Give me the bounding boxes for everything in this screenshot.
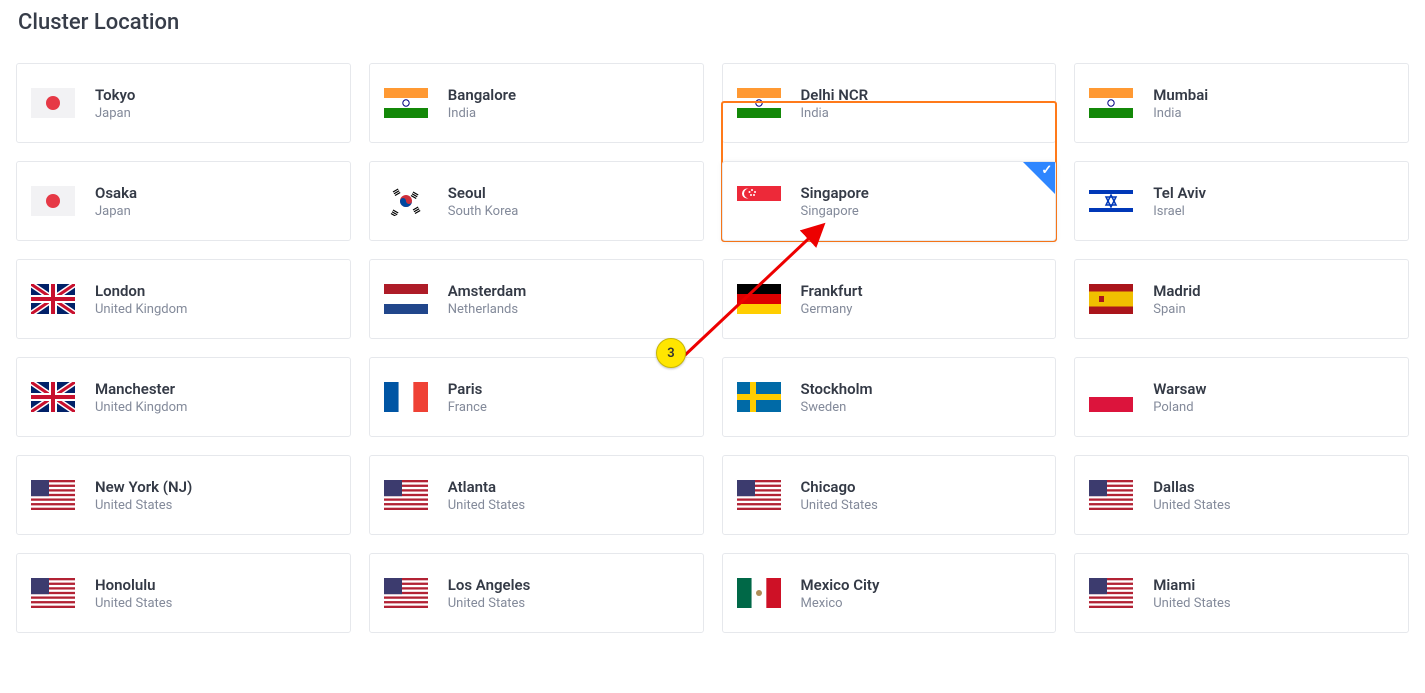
page-title: Cluster Location — [18, 10, 1409, 35]
flag-icon — [31, 284, 75, 314]
flag-icon — [31, 480, 75, 510]
location-city: Delhi NCR — [801, 86, 869, 104]
flag-icon — [31, 186, 75, 216]
location-city: Frankfurt — [801, 282, 863, 300]
location-card[interactable]: Amsterdam Netherlands — [369, 259, 704, 339]
flag-icon — [737, 186, 781, 216]
location-country: France — [448, 400, 487, 415]
location-city: Mumbai — [1153, 86, 1208, 104]
location-card[interactable]: Miami United States — [1074, 553, 1409, 633]
flag-icon — [1089, 186, 1133, 216]
flag-icon — [737, 480, 781, 510]
location-card[interactable]: Madrid Spain — [1074, 259, 1409, 339]
location-country: United States — [448, 596, 531, 611]
location-card[interactable]: Dallas United States — [1074, 455, 1409, 535]
location-country: United States — [1153, 596, 1230, 611]
location-country: Germany — [801, 302, 863, 317]
flag-icon — [384, 382, 428, 412]
flag-icon — [1089, 480, 1133, 510]
location-city: Bangalore — [448, 86, 516, 104]
location-city: Paris — [448, 380, 487, 398]
flag-icon — [1089, 88, 1133, 118]
flag-icon — [384, 284, 428, 314]
location-city: Seoul — [448, 184, 519, 202]
location-card[interactable]: Osaka Japan — [16, 161, 351, 241]
location-country: India — [448, 106, 516, 121]
location-country: Mexico — [801, 596, 880, 611]
location-city: Stockholm — [801, 380, 873, 398]
location-country: Japan — [95, 204, 137, 219]
location-country: Israel — [1153, 204, 1206, 219]
location-city: Osaka — [95, 184, 137, 202]
flag-icon — [31, 382, 75, 412]
location-country: Japan — [95, 106, 135, 121]
location-card[interactable]: London United Kingdom — [16, 259, 351, 339]
location-city: Tokyo — [95, 86, 135, 104]
location-city: Singapore — [801, 184, 869, 202]
location-city: Los Angeles — [448, 576, 531, 594]
location-card[interactable]: Los Angeles United States — [369, 553, 704, 633]
location-city: Mexico City — [801, 576, 880, 594]
location-card[interactable]: Tokyo Japan — [16, 63, 351, 143]
location-city: Dallas — [1153, 478, 1230, 496]
location-city: Miami — [1153, 576, 1230, 594]
location-country: India — [801, 106, 869, 121]
flag-icon — [384, 578, 428, 608]
location-city: Honolulu — [95, 576, 172, 594]
flag-icon — [737, 284, 781, 314]
location-card[interactable]: Mexico City Mexico — [722, 553, 1057, 633]
location-country: United Kingdom — [95, 302, 187, 317]
flag-icon — [384, 88, 428, 118]
location-card[interactable]: Manchester United Kingdom — [16, 357, 351, 437]
location-card[interactable]: New York (NJ) United States — [16, 455, 351, 535]
flag-icon — [1089, 284, 1133, 314]
location-card[interactable]: Bangalore India — [369, 63, 704, 143]
location-country: United States — [1153, 498, 1230, 513]
location-country: India — [1153, 106, 1208, 121]
location-card[interactable]: Seoul South Korea — [369, 161, 704, 241]
location-card-selected-wrap: ✓ Singapore Singapore — [722, 131, 1057, 241]
flag-icon — [31, 578, 75, 608]
flag-icon — [1089, 578, 1133, 608]
flag-icon — [384, 186, 428, 216]
flag-icon — [1089, 382, 1133, 412]
location-card[interactable]: Warsaw Poland — [1074, 357, 1409, 437]
location-country: United Kingdom — [95, 400, 187, 415]
flag-icon — [737, 578, 781, 608]
flag-icon — [384, 480, 428, 510]
location-card[interactable]: Stockholm Sweden — [722, 357, 1057, 437]
location-city: Amsterdam — [448, 282, 526, 300]
location-city: Chicago — [801, 478, 878, 496]
location-country: Sweden — [801, 400, 873, 415]
location-city: Warsaw — [1153, 380, 1206, 398]
location-country: Poland — [1153, 400, 1206, 415]
location-city: New York (NJ) — [95, 478, 192, 496]
location-card[interactable]: Atlanta United States — [369, 455, 704, 535]
location-grid: Tokyo Japan Bangalore India Delhi NCR In… — [16, 63, 1409, 633]
location-card[interactable]: Paris France — [369, 357, 704, 437]
location-country: Netherlands — [448, 302, 526, 317]
location-country: United States — [801, 498, 878, 513]
flag-icon — [737, 88, 781, 118]
location-card[interactable]: Chicago United States — [722, 455, 1057, 535]
location-card[interactable]: Mumbai India — [1074, 63, 1409, 143]
location-city: Atlanta — [448, 478, 525, 496]
location-city: Madrid — [1153, 282, 1200, 300]
location-card[interactable]: Honolulu United States — [16, 553, 351, 633]
location-country: Singapore — [801, 204, 869, 219]
location-card[interactable]: Frankfurt Germany — [722, 259, 1057, 339]
selected-corner — [1023, 162, 1055, 194]
location-country: United States — [95, 596, 172, 611]
flag-icon — [31, 88, 75, 118]
location-country: United States — [95, 498, 192, 513]
location-city: Manchester — [95, 380, 187, 398]
location-country: South Korea — [448, 204, 519, 219]
location-country: United States — [448, 498, 525, 513]
flag-icon — [737, 382, 781, 412]
location-city: London — [95, 282, 187, 300]
location-card[interactable]: ✓ Singapore Singapore — [722, 161, 1057, 241]
location-country: Spain — [1153, 302, 1200, 317]
location-card[interactable]: Tel Aviv Israel — [1074, 161, 1409, 241]
location-city: Tel Aviv — [1153, 184, 1206, 202]
